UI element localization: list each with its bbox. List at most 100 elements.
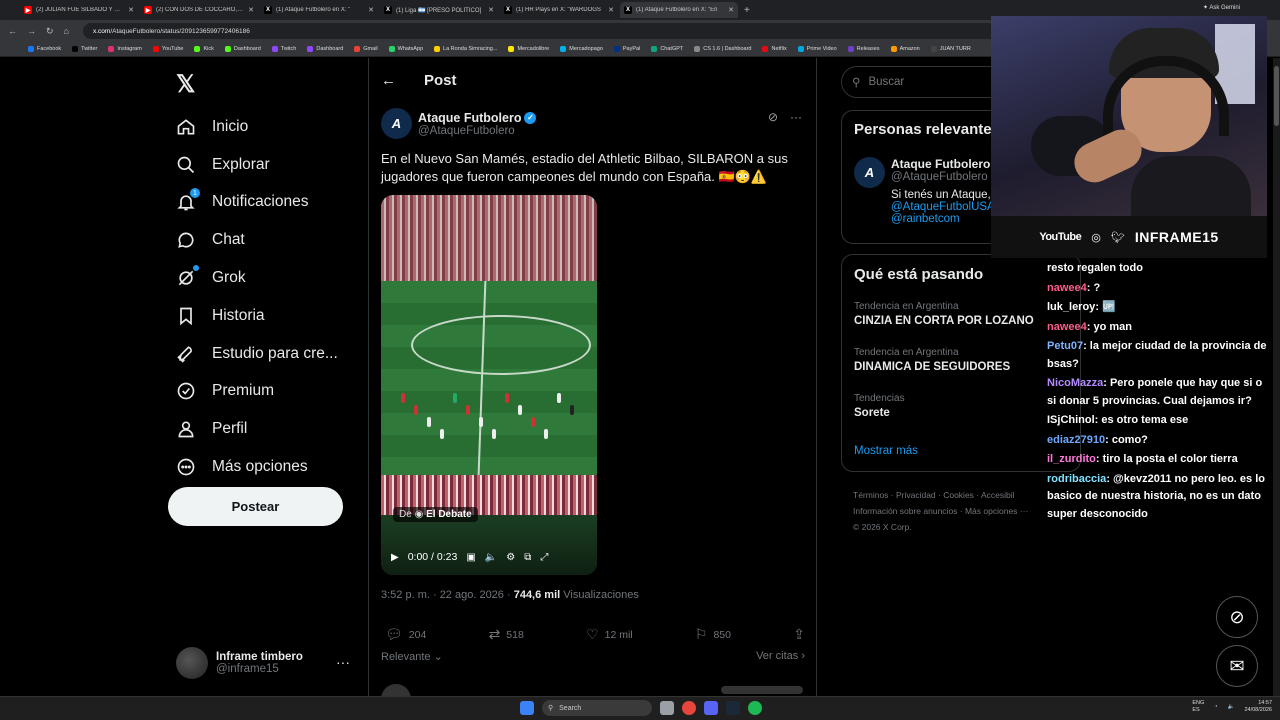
trend-item[interactable]: Tendencia en Argentina CINZIA EN CORTA PO… (854, 301, 1034, 327)
bookmark-item[interactable]: Dashboard (307, 46, 343, 52)
steam-icon[interactable] (726, 701, 740, 715)
video-source-chip[interactable]: De ◉ El Debate (393, 507, 478, 522)
close-tab-icon[interactable]: ✕ (608, 6, 614, 14)
new-tab-icon[interactable]: + (744, 5, 750, 16)
reply-compose-button[interactable] (721, 686, 803, 694)
bookmark-item[interactable]: YouTube (152, 46, 183, 52)
nav-item-estudio-para-cre[interactable]: Estudio para cre... (176, 335, 366, 373)
back-arrow-icon[interactable]: ← (381, 72, 396, 89)
trend-item[interactable]: Tendencia en Argentina DINAMICA DE SEGUID… (854, 347, 1010, 373)
nav-item-grok[interactable]: Grok (176, 259, 366, 297)
settings-icon[interactable]: ⚙ (506, 552, 515, 563)
close-tab-icon[interactable]: ✕ (368, 6, 374, 14)
bookmark-item[interactable]: Dashboard (224, 46, 261, 52)
post-author[interactable]: A Ataque Futbolero ✓ @AtaqueFutbolero (381, 108, 537, 139)
back-icon[interactable]: ← (8, 26, 17, 36)
relevant-link-1[interactable]: @AtaqueFutbolUSA (891, 201, 995, 213)
bookmark-item[interactable]: WhatsApp (388, 46, 423, 52)
volume-icon[interactable]: 🔈 (485, 552, 497, 563)
bookmark-item[interactable]: Instagram (108, 46, 142, 52)
nav-item-perfil[interactable]: Perfil (176, 410, 366, 448)
nav-item-más-opciones[interactable]: Más opciones (176, 448, 366, 486)
volume-tray-icon[interactable]: 🔈 (1228, 704, 1235, 711)
bookmark-item[interactable]: Gmail (354, 46, 378, 52)
bookmark-button[interactable]: ⚐ 850 (695, 626, 731, 643)
trend-item[interactable]: Tendencias Sorete (854, 393, 905, 419)
close-tab-icon[interactable]: ✕ (248, 6, 254, 14)
nav-item-premium[interactable]: Premium (176, 373, 366, 411)
reload-icon[interactable]: ↻ (46, 26, 54, 37)
browser-tab[interactable]: ▶ (2) CON DOS DE CÓCCARO, NE ✕ (140, 2, 258, 18)
browser-tab[interactable]: ▶ (2) JULIÁN FUE SILBADO Y GIU ✕ (20, 2, 138, 18)
more-dots-icon[interactable]: ··· (790, 110, 802, 124)
footer-line-1[interactable]: Términos · Privacidad · Cookies · Accesi… (853, 487, 1053, 503)
home-browser-icon[interactable]: ⌂ (64, 26, 69, 36)
page-scrollbar[interactable] (1273, 58, 1280, 696)
ask-gemini-button[interactable]: ✦ Ask Gemini (1203, 4, 1240, 11)
like-button[interactable]: ♡ 12 mil (586, 626, 633, 643)
bookmark-item[interactable]: Netflix (762, 46, 787, 52)
messages-fab-icon[interactable]: ✉ (1216, 645, 1258, 687)
bookmark-item[interactable]: Kick (194, 46, 214, 52)
account-switcher[interactable]: Inframe timbero @inframe15 ··· (176, 646, 356, 680)
relevant-person[interactable]: A Ataque Futbolero @AtaqueFutbolero Si t… (854, 157, 995, 225)
chrome-icon[interactable] (682, 701, 696, 715)
nav-item-notificaciones[interactable]: 1 Notificaciones (176, 184, 366, 222)
language-indicator[interactable]: ENG ES (1192, 700, 1204, 714)
bookmark-item[interactable]: Prime Video (797, 46, 837, 52)
forward-icon[interactable]: → (27, 26, 36, 36)
play-icon[interactable]: ▶ (391, 552, 399, 563)
close-tab-icon[interactable]: ✕ (728, 6, 734, 14)
post-button[interactable]: Postear (168, 487, 343, 526)
discord-icon[interactable] (704, 701, 718, 715)
bookmark-item[interactable]: CS 1.6 | Dashboard (694, 46, 751, 52)
fullscreen-icon[interactable]: ⤢ (540, 552, 548, 563)
nav-item-chat[interactable]: Chat (176, 221, 366, 259)
more-dots-icon[interactable]: ··· (336, 654, 350, 670)
browser-tab[interactable]: X (1) Ataque Futbolero en X: "En ✕ (620, 2, 738, 18)
grok-icon[interactable]: ⊘ (768, 110, 778, 124)
nav-item-explorar[interactable]: Explorar (176, 146, 366, 184)
sort-dropdown[interactable]: Relevante ⌄ (381, 650, 443, 663)
relevant-link-2[interactable]: @rainbetcom (891, 213, 995, 225)
pip-icon[interactable]: ⧉ (524, 552, 531, 563)
task-view-icon[interactable] (660, 701, 674, 715)
x-logo-icon[interactable]: 𝕏 (176, 70, 195, 99)
view-quotes-link[interactable]: Ver citas › (756, 650, 805, 663)
close-tab-icon[interactable]: ✕ (128, 6, 134, 14)
bookmark-item[interactable]: Twitch (271, 46, 296, 52)
bookmark-item[interactable]: Facebook (28, 46, 61, 52)
nav-item-historia[interactable]: Historia (176, 297, 366, 335)
bookmark-item[interactable]: Amazon (890, 46, 920, 52)
close-tab-icon[interactable]: ✕ (488, 6, 494, 14)
captions-icon[interactable]: ▣ (466, 552, 475, 563)
nav-item-inicio[interactable]: Inicio (176, 108, 366, 146)
address-bar[interactable]: x.com/AtaqueFutbolero/status/20912365997… (82, 23, 1033, 39)
browser-tab[interactable]: X (1) HR Plays en X: "WARDOGS ✕ (500, 2, 618, 18)
reply-button[interactable]: 💬︎ 204 (385, 626, 426, 643)
start-icon[interactable] (520, 701, 534, 715)
bookmark-item[interactable]: JUAN TURR (930, 46, 971, 52)
spotify-icon[interactable] (748, 701, 762, 715)
repost-button[interactable]: ⇄ 518 (489, 626, 524, 643)
browser-tab[interactable]: X (1) Liga 🇦🇷 [PRESO POLÍTICO] ✕ (380, 2, 498, 18)
share-button[interactable]: ⇪ (793, 626, 805, 643)
author-avatar[interactable]: A (381, 108, 412, 139)
clock[interactable]: 14:57 24/08/2026 (1244, 700, 1272, 714)
grok-fab-icon[interactable]: ⊘ (1216, 596, 1258, 638)
footer-line-2[interactable]: Información sobre anuncios · Más opcione… (853, 503, 1053, 519)
wifi-icon[interactable]: ◔ (1214, 704, 1217, 711)
post-timestamp[interactable]: 3:52 p. m. · 22 ago. 2026 · (381, 589, 511, 601)
taskbar-search[interactable]: ⚲ Search (542, 700, 652, 716)
relevant-avatar[interactable]: A (854, 157, 885, 188)
scrollbar-thumb[interactable] (1274, 66, 1279, 126)
bookmark-item[interactable]: Mercadopago (560, 46, 603, 52)
browser-tab[interactable]: X (1) Ataque Futbolero en X: " ✕ (260, 2, 378, 18)
bookmark-item[interactable]: Releases (847, 46, 880, 52)
show-more-link[interactable]: Mostrar más (854, 445, 918, 457)
bookmark-item[interactable]: Twitter (72, 46, 97, 52)
bookmark-item[interactable]: PayPal (613, 46, 640, 52)
bookmark-item[interactable]: ChatGPT (651, 46, 683, 52)
bookmark-item[interactable]: La Ronda Simracing... (434, 46, 497, 52)
bookmark-item[interactable]: Mercadolibre (508, 46, 549, 52)
